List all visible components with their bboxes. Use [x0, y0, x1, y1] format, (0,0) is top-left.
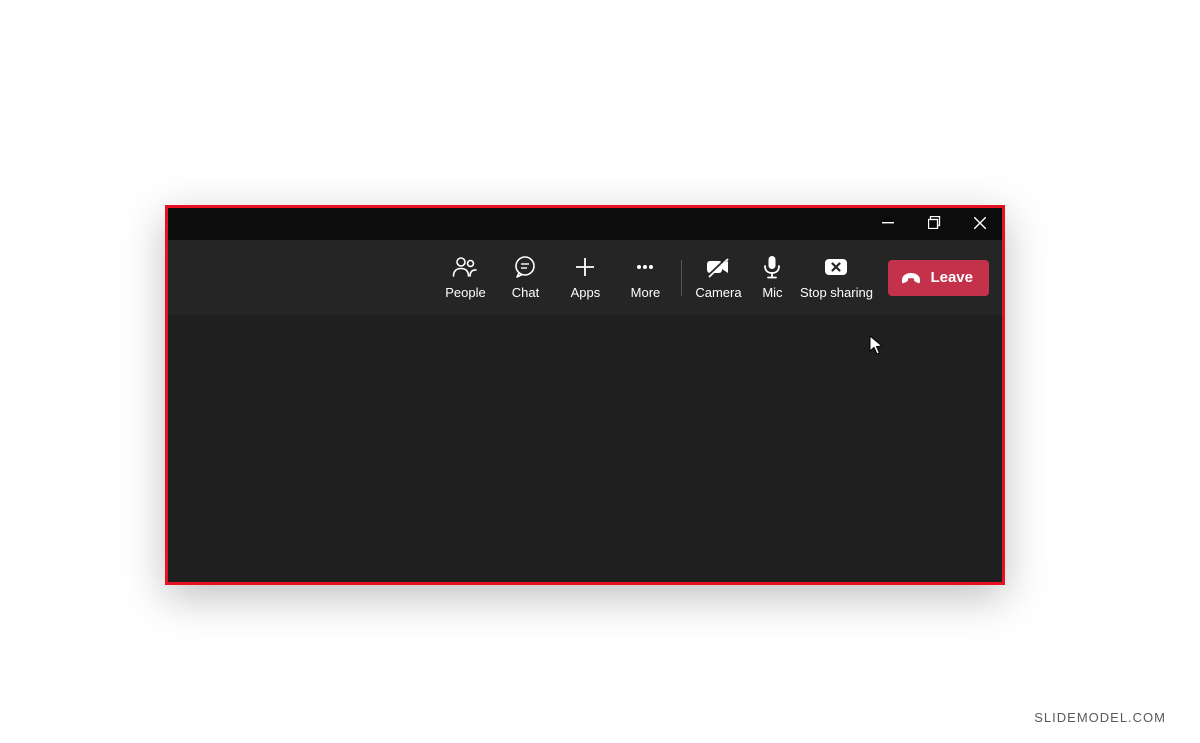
more-button[interactable]: More [615, 255, 675, 300]
people-icon [452, 255, 478, 279]
apps-label: Apps [571, 285, 601, 300]
people-button[interactable]: People [435, 255, 495, 300]
minimize-icon [882, 217, 894, 229]
restore-button[interactable] [911, 205, 957, 240]
ellipsis-icon [634, 255, 656, 279]
people-label: People [445, 285, 485, 300]
chat-label: Chat [512, 285, 539, 300]
camera-label: Camera [695, 285, 741, 300]
plus-icon [574, 255, 596, 279]
more-label: More [631, 285, 661, 300]
stop-sharing-label: Stop sharing [800, 285, 873, 300]
chat-button[interactable]: Chat [495, 255, 555, 300]
teams-meeting-window: People Chat Apps [165, 205, 1005, 585]
hangup-icon [900, 270, 922, 286]
mic-icon [763, 255, 781, 279]
window-titlebar [165, 205, 1005, 240]
leave-button[interactable]: Leave [888, 260, 989, 296]
apps-button[interactable]: Apps [555, 255, 615, 300]
meeting-toolbar: People Chat Apps [165, 240, 1005, 315]
mic-label: Mic [762, 285, 782, 300]
leave-label: Leave [930, 269, 973, 286]
close-button[interactable] [957, 205, 1003, 240]
chat-icon [513, 255, 537, 279]
toolbar-divider [681, 260, 682, 296]
restore-icon [928, 216, 941, 229]
mic-button[interactable]: Mic [748, 255, 796, 300]
watermark: SLIDEMODEL.COM [1034, 710, 1166, 725]
meeting-content-area [168, 315, 1002, 582]
stop-sharing-button[interactable]: Stop sharing [796, 255, 876, 300]
close-icon [974, 217, 986, 229]
camera-off-icon [705, 255, 731, 279]
camera-button[interactable]: Camera [688, 255, 748, 300]
minimize-button[interactable] [865, 205, 911, 240]
stop-sharing-icon [823, 255, 849, 279]
